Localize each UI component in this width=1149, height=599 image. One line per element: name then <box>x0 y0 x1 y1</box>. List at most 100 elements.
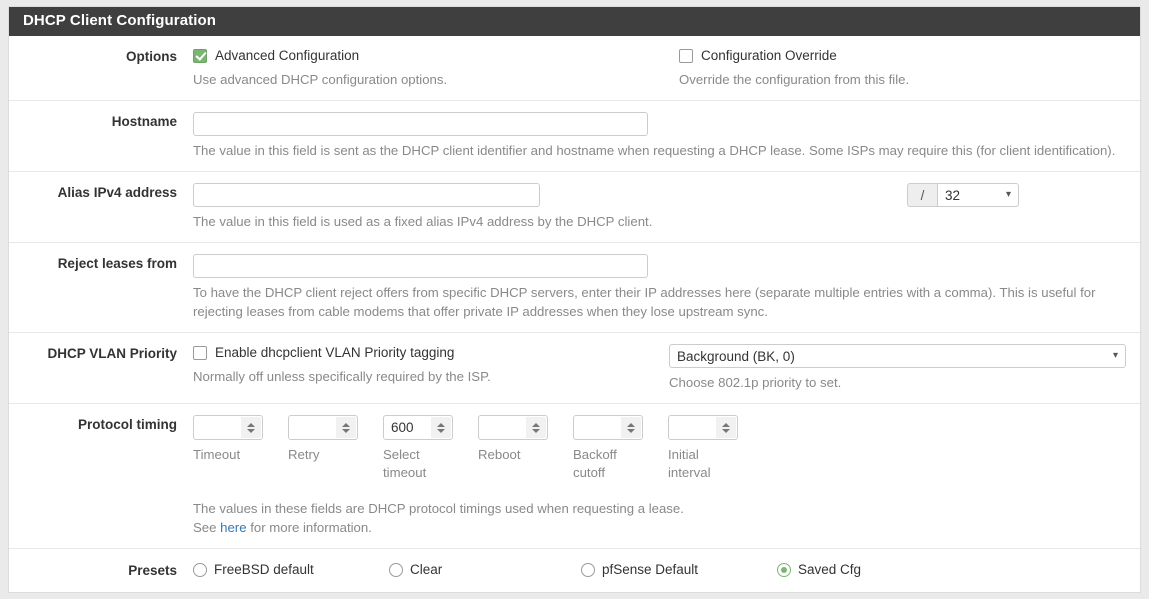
preset-label-saved-cfg: Saved Cfg <box>798 562 862 577</box>
vlan-enable-group: Enable dhcpclient VLAN Priority tagging … <box>193 344 669 386</box>
configuration-override-checkbox[interactable]: Configuration Override <box>679 47 1126 65</box>
presets-label: Presets <box>128 563 177 578</box>
vlan-priority-tagging-checkbox[interactable]: Enable dhcpclient VLAN Priority tagging <box>193 344 669 362</box>
row-reject-leases: Reject leases from To have the DHCP clie… <box>9 243 1140 333</box>
vlan-priority-select-wrap[interactable]: Background (BK, 0) ▾ <box>669 344 1126 368</box>
initial-interval-caption: Initial interval <box>668 447 711 480</box>
reject-leases-label: Reject leases from <box>57 256 177 271</box>
reject-leases-input[interactable] <box>193 254 648 278</box>
hostname-help: The value in this field is sent as the D… <box>193 143 1116 158</box>
advanced-configuration-group: Advanced Configuration Use advanced DHCP… <box>193 47 679 89</box>
reject-leases-content: To have the DHCP client reject offers fr… <box>193 254 1140 321</box>
protocol-timing-help-line1: The values in these fields are DHCP prot… <box>193 501 684 516</box>
hostname-label: Hostname <box>111 114 177 129</box>
radio-icon-selected[interactable] <box>777 563 791 577</box>
select-timeout-input[interactable] <box>384 416 426 439</box>
configuration-override-label: Configuration Override <box>701 48 837 63</box>
protocol-timing-help-see: See <box>193 520 221 535</box>
hostname-input[interactable] <box>193 112 648 136</box>
initial-interval-stepper[interactable] <box>668 415 738 440</box>
advanced-configuration-checkbox[interactable]: Advanced Configuration <box>193 47 679 65</box>
preset-radio-freebsd-default[interactable]: FreeBSD default <box>193 561 389 579</box>
stepper-arrows-icon[interactable] <box>716 417 736 438</box>
row-protocol-timing: Protocol timing Timeout Retry 600 Select… <box>9 404 1140 549</box>
select-timeout-caption: Select timeout <box>383 447 427 480</box>
configuration-override-group: Configuration Override Override the conf… <box>679 47 1126 89</box>
stepper-arrows-icon[interactable] <box>526 417 546 438</box>
stepper-arrows-icon[interactable] <box>431 417 451 438</box>
timing-cell-reboot: Reboot <box>478 415 550 482</box>
advanced-configuration-label: Advanced Configuration <box>215 48 360 63</box>
timeout-stepper[interactable] <box>193 415 263 440</box>
row-presets: Presets FreeBSD default Clear pfSense De… <box>9 549 1140 592</box>
row-hostname: Hostname The value in this field is sent… <box>9 101 1140 172</box>
page-background: DHCP Client Configuration Options Advanc… <box>0 0 1149 599</box>
radio-icon-unselected[interactable] <box>389 563 403 577</box>
dhcp-vlan-priority-label: DHCP VLAN Priority <box>47 346 177 361</box>
backoff-cutoff-stepper[interactable] <box>573 415 643 440</box>
radio-icon-unselected[interactable] <box>581 563 595 577</box>
timing-cell-backoff-cutoff: Backoff cutoff <box>573 415 645 482</box>
dhcp-vlan-priority-content: Enable dhcpclient VLAN Priority tagging … <box>193 344 1140 392</box>
alias-ipv4-help: The value in this field is used as a fix… <box>193 214 653 229</box>
retry-stepper[interactable] <box>288 415 358 440</box>
panel-title: DHCP Client Configuration <box>9 7 1140 36</box>
configuration-override-help: Override the configuration from this fil… <box>679 72 910 87</box>
alias-cidr-select[interactable]: 32 <box>937 183 1019 207</box>
reboot-input[interactable] <box>479 416 521 439</box>
reboot-caption: Reboot <box>478 447 521 462</box>
options-content: Advanced Configuration Use advanced DHCP… <box>193 47 1140 89</box>
vlan-priority-select-group: Background (BK, 0) ▾ Choose 802.1p prior… <box>669 344 1126 392</box>
retry-caption: Retry <box>288 447 320 462</box>
timing-cell-initial-interval: Initial interval <box>668 415 740 482</box>
retry-input[interactable] <box>289 416 331 439</box>
vlan-priority-select[interactable]: Background (BK, 0) <box>669 344 1126 368</box>
protocol-timing-label: Protocol timing <box>78 417 177 432</box>
alias-cidr-select-wrap[interactable]: 32 ▾ <box>937 183 1019 207</box>
alias-ipv4-input[interactable] <box>193 183 540 207</box>
vlan-priority-tagging-label: Enable dhcpclient VLAN Priority tagging <box>215 345 455 360</box>
timing-cell-select-timeout: Select timeout <box>383 415 455 482</box>
protocol-timing-fields: Timeout Retry 600 Select timeout Reboot … <box>193 415 1126 482</box>
panel-body: Options Advanced Configuration Use advan… <box>9 36 1140 592</box>
checkbox-icon-unchecked[interactable] <box>679 49 693 63</box>
reboot-stepper[interactable] <box>478 415 548 440</box>
preset-radio-clear[interactable]: Clear <box>389 561 581 579</box>
protocol-timing-help: The values in these fields are DHCP prot… <box>193 499 1126 537</box>
stepper-arrows-icon[interactable] <box>336 417 356 438</box>
dhcp-client-configuration-panel: DHCP Client Configuration Options Advanc… <box>8 6 1141 593</box>
row-dhcp-vlan-priority: DHCP VLAN Priority Enable dhcpclient VLA… <box>9 333 1140 404</box>
radio-icon-unselected[interactable] <box>193 563 207 577</box>
checkbox-icon-checked[interactable] <box>193 49 207 63</box>
row-options: Options Advanced Configuration Use advan… <box>9 36 1140 101</box>
preset-radio-pfsense-default[interactable]: pfSense Default <box>581 561 777 579</box>
preset-label-clear: Clear <box>410 562 443 577</box>
timing-cell-retry: Retry <box>288 415 360 482</box>
presets-content: FreeBSD default Clear pfSense Default Sa… <box>193 561 1140 579</box>
row-alias-ipv4: Alias IPv4 address / 32 ▾ The value in t… <box>9 172 1140 243</box>
stepper-arrows-icon[interactable] <box>241 417 261 438</box>
protocol-timing-help-line2: for more information. <box>246 520 372 535</box>
advanced-configuration-help: Use advanced DHCP configuration options. <box>193 72 448 87</box>
preset-radio-saved-cfg[interactable]: Saved Cfg <box>777 561 861 579</box>
hostname-content: The value in this field is sent as the D… <box>193 112 1140 160</box>
preset-label-pfsense-default: pfSense Default <box>602 562 699 577</box>
timeout-input[interactable] <box>194 416 236 439</box>
stepper-arrows-icon[interactable] <box>621 417 641 438</box>
timing-cell-timeout: Timeout <box>193 415 265 482</box>
alias-cidr-group: / 32 ▾ <box>907 183 1019 207</box>
vlan-priority-tagging-help: Normally off unless specifically require… <box>193 369 491 384</box>
backoff-cutoff-input[interactable] <box>574 416 616 439</box>
here-link[interactable]: here <box>220 520 246 535</box>
alias-ipv4-label: Alias IPv4 address <box>57 185 177 200</box>
options-label: Options <box>126 49 177 64</box>
slash-addon: / <box>907 183 937 207</box>
select-timeout-stepper[interactable] <box>383 415 453 440</box>
protocol-timing-content: Timeout Retry 600 Select timeout Reboot … <box>193 415 1140 537</box>
preset-label-freebsd-default: FreeBSD default <box>214 562 314 577</box>
reject-leases-help: To have the DHCP client reject offers fr… <box>193 285 1096 319</box>
backoff-cutoff-caption: Backoff cutoff <box>573 447 617 480</box>
vlan-priority-select-help: Choose 802.1p priority to set. <box>669 375 842 390</box>
initial-interval-input[interactable] <box>669 416 711 439</box>
checkbox-icon-unchecked[interactable] <box>193 346 207 360</box>
